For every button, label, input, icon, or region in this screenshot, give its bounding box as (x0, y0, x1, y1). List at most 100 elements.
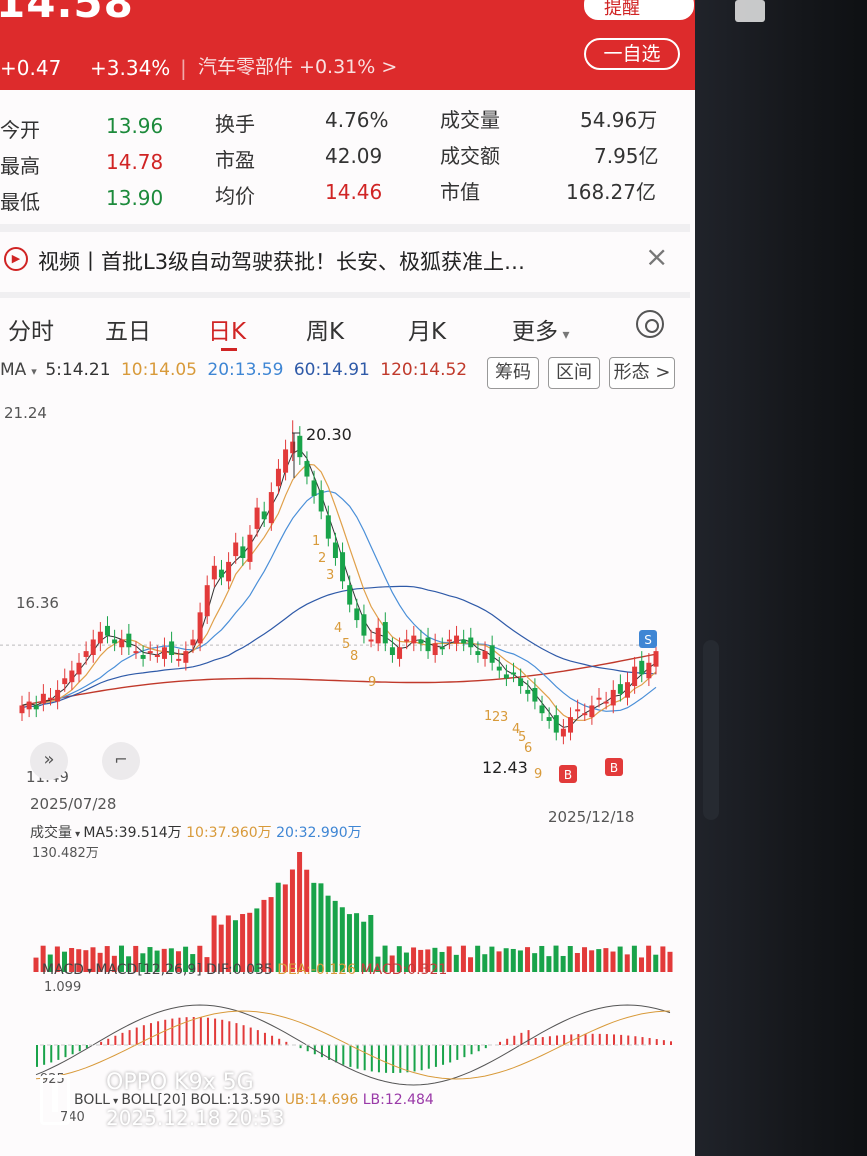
volume-bar (489, 946, 495, 972)
candle-body (233, 542, 239, 557)
expand-button[interactable]: » (30, 742, 68, 780)
macd-bar (613, 1034, 616, 1045)
macd-bar (256, 1030, 259, 1045)
alert-button[interactable]: 提醒 (584, 0, 694, 20)
candle-body (596, 697, 602, 700)
sequence-count: 9 (534, 767, 542, 782)
macd-max-label: 1.099 (44, 980, 82, 995)
macd-bar (278, 1038, 281, 1045)
candle-body (311, 480, 317, 496)
settings-icon[interactable] (636, 310, 664, 338)
close-icon[interactable]: × (645, 240, 668, 273)
candle-body (361, 614, 367, 636)
macd-bar (142, 1025, 145, 1045)
candle-body (404, 639, 410, 642)
macd-bar (242, 1025, 245, 1045)
ma120-line (21, 653, 657, 707)
ma-label[interactable]: MA (0, 360, 26, 380)
volume-bar (567, 946, 573, 972)
news-headline[interactable]: 视频丨首批L3级自动驾驶获批！长安、极狐获准上… (38, 246, 525, 276)
macd-bar (107, 1038, 110, 1045)
kline-chart-area[interactable]: SB B12345891 2 34569 (0, 395, 695, 1156)
low-price-label: 12.43 (482, 758, 528, 777)
tab-more[interactable]: 更多 ▾ (512, 312, 569, 346)
volume-bar (596, 949, 602, 972)
volume-bar (282, 884, 288, 972)
caret-down-icon: ▾ (72, 829, 84, 840)
fullscreen-button[interactable]: ⌐ (102, 742, 140, 780)
volume-max-label: 130.482万 (32, 846, 99, 861)
candle-body (653, 651, 659, 667)
candle-body (503, 674, 509, 679)
watchlist-button[interactable]: 一自选 (584, 38, 680, 70)
boll-lb: LB:12.484 (362, 1092, 434, 1108)
volume-bar (546, 956, 552, 972)
candle-body (325, 515, 331, 539)
candle-body (112, 639, 118, 644)
candle-body (140, 655, 146, 659)
volume-bar (574, 952, 580, 972)
tab-monthly-k[interactable]: 月K (408, 312, 446, 346)
tab-daily-k[interactable]: 日K (208, 312, 246, 346)
chip-distribution-button[interactable]: 筹码 (487, 357, 539, 389)
macd-bar (634, 1036, 637, 1045)
ma20-line (21, 490, 657, 712)
double-chevron-icon: » (43, 749, 55, 770)
candle-body (553, 715, 559, 733)
macd-bar (591, 1033, 594, 1045)
candle-body (304, 461, 310, 477)
candle-body (625, 682, 631, 698)
volume-bar (603, 948, 609, 972)
candle-body (532, 687, 538, 702)
stat-high: 14.78 (106, 150, 164, 174)
sequence-count: 1 (312, 534, 320, 549)
volume-bar (631, 945, 637, 972)
tab-five-day[interactable]: 五日 (105, 312, 151, 346)
volume-bar (517, 950, 523, 972)
volume-bar (289, 869, 295, 972)
candle-body (347, 585, 353, 605)
macd-label[interactable]: MACD (42, 962, 84, 978)
candle-body (489, 645, 495, 663)
macd-bar (249, 1027, 252, 1045)
macd-bar (78, 1045, 81, 1052)
macd-dea: DEA:-0.126 (277, 962, 357, 978)
pattern-button[interactable]: 形态 > (609, 357, 675, 389)
candle-body (632, 666, 638, 687)
news-banner[interactable]: ▶ 视频丨首批L3级自动驾驶获批！长安、极狐获准上… × (0, 224, 690, 286)
macd-bar (392, 1045, 395, 1073)
stat-open: 13.96 (106, 114, 164, 138)
macd-bar (271, 1035, 274, 1045)
candle-body (247, 534, 253, 562)
stat-label: 最高 (0, 154, 40, 178)
stock-detail-screen: 14.58 提醒 +0.47 +3.34% | 汽车零部件 +0.31% > 一… (0, 0, 695, 1156)
macd-bar (520, 1032, 523, 1045)
candle-body (446, 639, 452, 642)
candle-body (218, 569, 224, 578)
candle-body (119, 639, 125, 648)
candle-body (418, 639, 424, 644)
volume-bar (660, 946, 666, 972)
range-button[interactable]: 区间 (548, 357, 600, 389)
macd-bar (320, 1045, 323, 1058)
macd-bar (171, 1018, 174, 1045)
tab-weekly-k[interactable]: 周K (306, 312, 344, 346)
candle-body (211, 565, 217, 580)
boll-label[interactable]: BOLL (74, 1092, 110, 1108)
phone-bezel (695, 0, 867, 1156)
candle-body (40, 693, 46, 704)
caret-down-icon: ▾ (83, 966, 96, 977)
candle-body (568, 717, 574, 733)
volume-label[interactable]: 成交量 (30, 825, 72, 841)
sector-link[interactable]: 汽车零部件 +0.31% > (198, 52, 397, 79)
macd-bar (228, 1021, 231, 1045)
volume-bar (482, 954, 488, 972)
tab-intraday[interactable]: 分时 (8, 312, 54, 346)
stat-volume: 54.96万 (580, 108, 658, 132)
caret-down-icon: ▾ (31, 365, 41, 378)
stat-label: 成交额 (440, 144, 500, 168)
volume-bar (33, 957, 39, 972)
volume-bar (560, 955, 566, 972)
current-price: 14.58 (0, 0, 134, 27)
macd-bar (363, 1045, 366, 1071)
